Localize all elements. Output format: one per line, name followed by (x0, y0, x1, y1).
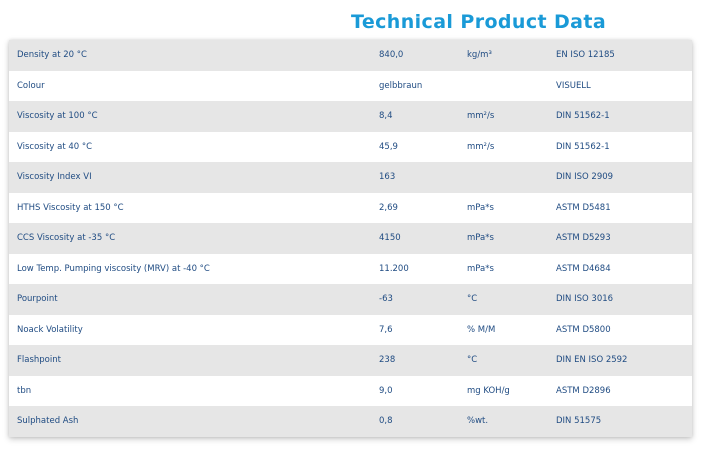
property-name: Low Temp. Pumping viscosity (MRV) at -40… (9, 253, 379, 284)
table-row: Viscosity at 100 °C 8,4 mm²/s DIN 51562-… (9, 101, 692, 132)
property-value: 2,69 (379, 192, 467, 223)
test-method: VISUELL (556, 70, 692, 101)
test-method: ASTM D5293 (556, 223, 692, 254)
property-name: Viscosity at 40 °C (9, 131, 379, 162)
property-value: 238 (379, 345, 467, 376)
table-row: Colour gelbbraun VISUELL (9, 70, 692, 101)
table-row: Low Temp. Pumping viscosity (MRV) at -40… (9, 253, 692, 284)
test-method: DIN EN ISO 2592 (556, 345, 692, 376)
property-name: CCS Viscosity at -35 °C (9, 223, 379, 254)
property-unit (467, 70, 556, 101)
table-row: Noack Volatility 7,6 % M/M ASTM D5800 (9, 314, 692, 345)
property-name: Viscosity Index VI (9, 162, 379, 193)
property-name: Noack Volatility (9, 314, 379, 345)
test-method: ASTM D2896 (556, 375, 692, 406)
property-value: 0,8 (379, 406, 467, 437)
property-unit: mm²/s (467, 101, 556, 132)
property-value: gelbbraun (379, 70, 467, 101)
table-row: CCS Viscosity at -35 °C 4150 mPa*s ASTM … (9, 223, 692, 254)
test-method: EN ISO 12185 (556, 40, 692, 71)
property-value: 11.200 (379, 253, 467, 284)
test-method: DIN 51575 (556, 406, 692, 437)
property-value: 9,0 (379, 375, 467, 406)
test-method: DIN 51562-1 (556, 131, 692, 162)
property-unit: mm²/s (467, 131, 556, 162)
property-value: 8,4 (379, 101, 467, 132)
table-row: Pourpoint -63 °C DIN ISO 3016 (9, 284, 692, 315)
test-method: ASTM D5800 (556, 314, 692, 345)
property-name: Sulphated Ash (9, 406, 379, 437)
property-unit: %wt. (467, 406, 556, 437)
property-value: -63 (379, 284, 467, 315)
property-unit: mPa*s (467, 253, 556, 284)
property-name: HTHS Viscosity at 150 °C (9, 192, 379, 223)
property-unit: % M/M (467, 314, 556, 345)
table-row: Viscosity Index VI 163 DIN ISO 2909 (9, 162, 692, 193)
table-row: Sulphated Ash 0,8 %wt. DIN 51575 (9, 406, 692, 437)
table-row: Density at 20 °C 840,0 kg/m³ EN ISO 1218… (9, 40, 692, 71)
property-unit: mPa*s (467, 192, 556, 223)
technical-data-table: Density at 20 °C 840,0 kg/m³ EN ISO 1218… (9, 40, 692, 437)
property-name: Colour (9, 70, 379, 101)
technical-data-table-container: Density at 20 °C 840,0 kg/m³ EN ISO 1218… (9, 40, 692, 437)
property-unit: mg KOH/g (467, 375, 556, 406)
property-name: tbn (9, 375, 379, 406)
property-value: 840,0 (379, 40, 467, 71)
page-title: Technical Product Data (351, 11, 607, 33)
property-name: Viscosity at 100 °C (9, 101, 379, 132)
test-method: DIN ISO 2909 (556, 162, 692, 193)
property-unit (467, 162, 556, 193)
test-method: ASTM D4684 (556, 253, 692, 284)
table-row: HTHS Viscosity at 150 °C 2,69 mPa*s ASTM… (9, 192, 692, 223)
property-unit: °C (467, 345, 556, 376)
property-unit: kg/m³ (467, 40, 556, 71)
table-row: Viscosity at 40 °C 45,9 mm²/s DIN 51562-… (9, 131, 692, 162)
property-value: 45,9 (379, 131, 467, 162)
property-unit: °C (467, 284, 556, 315)
test-method: DIN 51562-1 (556, 101, 692, 132)
test-method: ASTM D5481 (556, 192, 692, 223)
table-row: Flashpoint 238 °C DIN EN ISO 2592 (9, 345, 692, 376)
property-name: Flashpoint (9, 345, 379, 376)
table-row: tbn 9,0 mg KOH/g ASTM D2896 (9, 375, 692, 406)
property-value: 163 (379, 162, 467, 193)
property-name: Pourpoint (9, 284, 379, 315)
property-unit: mPa*s (467, 223, 556, 254)
test-method: DIN ISO 3016 (556, 284, 692, 315)
property-name: Density at 20 °C (9, 40, 379, 71)
property-value: 4150 (379, 223, 467, 254)
property-value: 7,6 (379, 314, 467, 345)
